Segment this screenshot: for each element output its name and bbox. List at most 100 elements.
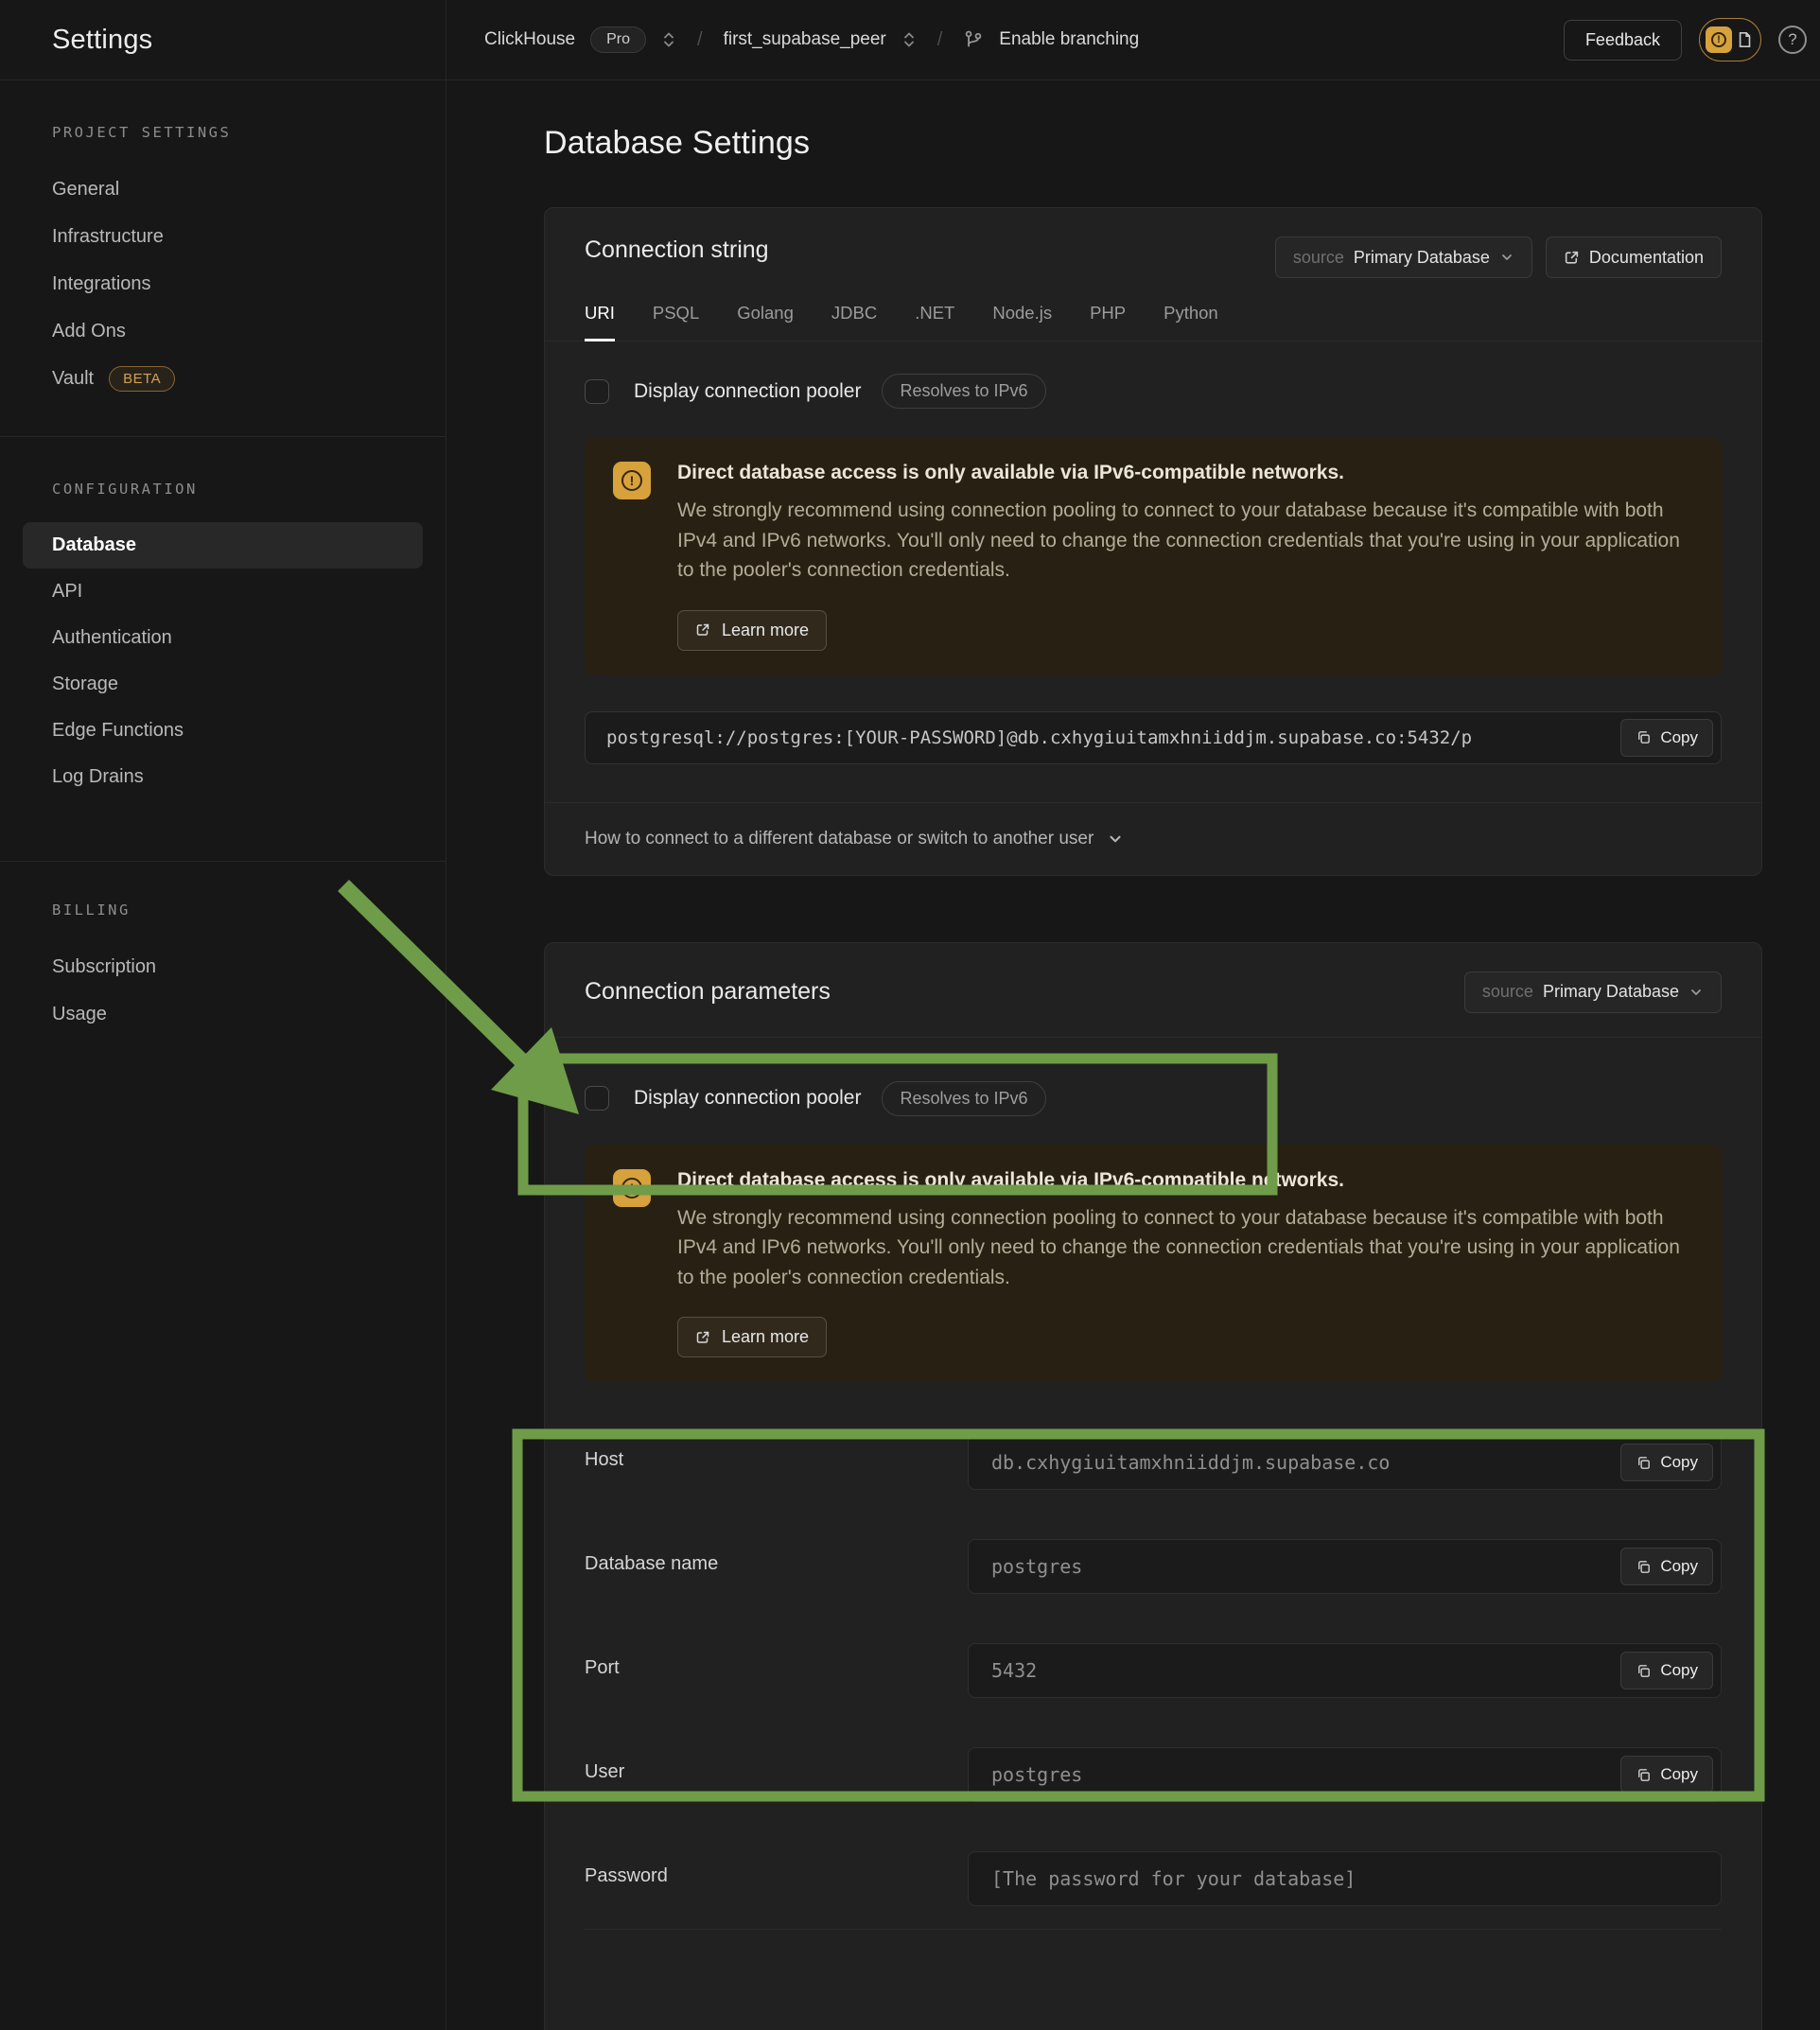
copy-user-button[interactable]: Copy [1620,1756,1713,1794]
resolves-ipv6-badge: Resolves to IPv6 [882,1081,1045,1116]
divider [585,1929,1722,2030]
resolves-ipv6-badge: Resolves to IPv6 [882,374,1045,409]
database-name-field[interactable]: postgres Copy [968,1539,1722,1594]
connection-help-expander[interactable]: How to connect to a different database o… [545,802,1761,875]
enable-branching-button[interactable]: Enable branching [999,29,1139,50]
display-connection-pooler-checkbox[interactable] [585,1086,609,1111]
warning-icon: ! [613,462,651,499]
tab-golang[interactable]: Golang [737,303,794,341]
breadcrumb-separator: / [691,29,709,51]
sidebar-item-subscription[interactable]: Subscription [0,943,446,990]
host-field[interactable]: db.cxhygiuitamxhniiddjm.supabase.co Copy [968,1435,1722,1490]
document-icon [1734,29,1755,50]
field-row-host: Host db.cxhygiuitamxhniiddjm.supabase.co… [585,1435,1722,1490]
sidebar-item-vault[interactable]: Vault BETA [0,355,446,402]
sidebar-item-storage[interactable]: Storage [0,661,446,708]
git-branch-icon [963,29,984,50]
top-header: ClickHouse Pro / first_supabase_peer / E… [446,0,1820,80]
sidebar-item-authentication[interactable]: Authentication [0,615,446,661]
tab-php[interactable]: PHP [1090,303,1126,341]
sidebar-item-log-drains[interactable]: Log Drains [0,754,446,800]
chevron-down-icon [1499,250,1514,265]
port-field[interactable]: 5432 Copy [968,1643,1722,1698]
connection-string-card: Connection string source Primary Databas… [544,207,1762,876]
connection-uri-value: postgresql://postgres:[YOUR-PASSWORD]@db… [606,727,1472,748]
tab-dotnet[interactable]: .NET [915,303,954,341]
password-field[interactable]: [The password for your database] [968,1851,1722,1906]
sidebar-nav: PROJECT SETTINGS General Infrastructure … [0,80,446,1072]
field-label: Host [585,1435,968,1471]
breadcrumb-org[interactable]: ClickHouse [484,29,575,50]
copy-database-name-button[interactable]: Copy [1620,1548,1713,1585]
card-title: Connection string [585,236,769,264]
sidebar-header: Settings [0,0,446,80]
sidebar-item-edge-functions[interactable]: Edge Functions [0,708,446,754]
card-title: Connection parameters [585,978,831,1006]
help-icon[interactable]: ? [1778,26,1807,54]
pooler-label: Display connection pooler [634,380,861,403]
header-actions: Feedback ! ? [1564,18,1807,61]
connection-uri-field[interactable]: postgresql://postgres:[YOUR-PASSWORD]@db… [585,711,1722,764]
field-row-port: Port 5432 Copy [585,1643,1722,1698]
tab-python[interactable]: Python [1164,303,1218,341]
settings-sidebar: Settings PROJECT SETTINGS General Infras… [0,0,446,2030]
user-field[interactable]: postgres Copy [968,1747,1722,1802]
learn-more-button[interactable]: Learn more [677,610,827,651]
beta-badge: BETA [109,366,175,392]
ipv6-warning: ! Direct database access is only availab… [585,1145,1722,1383]
copy-icon [1636,1767,1652,1783]
org-selector-icon[interactable] [661,29,676,50]
warning-title: Direct database access is only available… [677,1169,1680,1192]
copy-uri-button[interactable]: Copy [1620,719,1713,757]
tab-nodejs[interactable]: Node.js [992,303,1052,341]
page-title: Database Settings [544,125,1820,162]
main-content: Database Settings Connection string sour… [446,80,1820,2030]
notifications-avatar[interactable]: ! [1699,18,1761,61]
pooler-row: Display connection pooler Resolves to IP… [585,1081,1722,1116]
documentation-button[interactable]: Documentation [1546,236,1722,278]
learn-more-button[interactable]: Learn more [677,1317,827,1357]
breadcrumb-separator: / [932,29,949,51]
tab-psql[interactable]: PSQL [653,303,699,341]
warning-body: We strongly recommend using connection p… [677,1203,1680,1293]
sidebar-item-general[interactable]: General [0,166,446,213]
copy-icon [1636,1559,1652,1575]
connection-parameter-fields: Host db.cxhygiuitamxhniiddjm.supabase.co… [585,1435,1722,1906]
tab-uri[interactable]: URI [585,303,615,341]
source-dropdown[interactable]: source Primary Database [1275,236,1532,278]
sidebar-item-usage[interactable]: Usage [0,990,446,1038]
connection-parameters-header: Connection parameters source Primary Dat… [545,943,1761,1038]
connection-string-header: Connection string source Primary Databas… [545,208,1761,278]
sidebar-item-api[interactable]: API [0,569,446,615]
sidebar-item-database[interactable]: Database [23,522,423,569]
app-title: Settings [52,25,152,56]
copy-port-button[interactable]: Copy [1620,1652,1713,1689]
copy-host-button[interactable]: Copy [1620,1444,1713,1481]
section-configuration: CONFIGURATION Database API Authenticatio… [0,437,446,862]
project-selector-icon[interactable] [901,29,917,50]
feedback-button[interactable]: Feedback [1564,20,1682,61]
pooler-row: Display connection pooler Resolves to IP… [585,374,1722,409]
tab-jdbc[interactable]: JDBC [831,303,877,341]
source-dropdown[interactable]: source Primary Database [1464,971,1722,1013]
breadcrumb-project[interactable]: first_supabase_peer [724,29,886,50]
notification-warning-icon: ! [1706,26,1732,53]
copy-icon [1636,1663,1652,1679]
sidebar-item-add-ons[interactable]: Add Ons [0,307,446,355]
sidebar-item-infrastructure[interactable]: Infrastructure [0,213,446,260]
external-link-icon [695,1330,710,1345]
field-row-database-name: Database name postgres Copy [585,1539,1722,1594]
display-connection-pooler-checkbox[interactable] [585,379,609,404]
chevron-down-icon [1107,831,1124,848]
copy-icon [1636,729,1652,745]
warning-body: We strongly recommend using connection p… [677,496,1680,586]
field-label: User [585,1747,968,1783]
field-label: Password [585,1851,968,1887]
warning-title: Direct database access is only available… [677,462,1680,484]
external-link-icon [695,622,710,638]
sidebar-item-integrations[interactable]: Integrations [0,260,446,307]
breadcrumb: ClickHouse Pro / first_supabase_peer / E… [484,26,1139,53]
section-project-settings: PROJECT SETTINGS General Infrastructure … [0,80,446,437]
connection-parameters-card: Connection parameters source Primary Dat… [544,942,1762,2030]
field-label: Database name [585,1539,968,1575]
